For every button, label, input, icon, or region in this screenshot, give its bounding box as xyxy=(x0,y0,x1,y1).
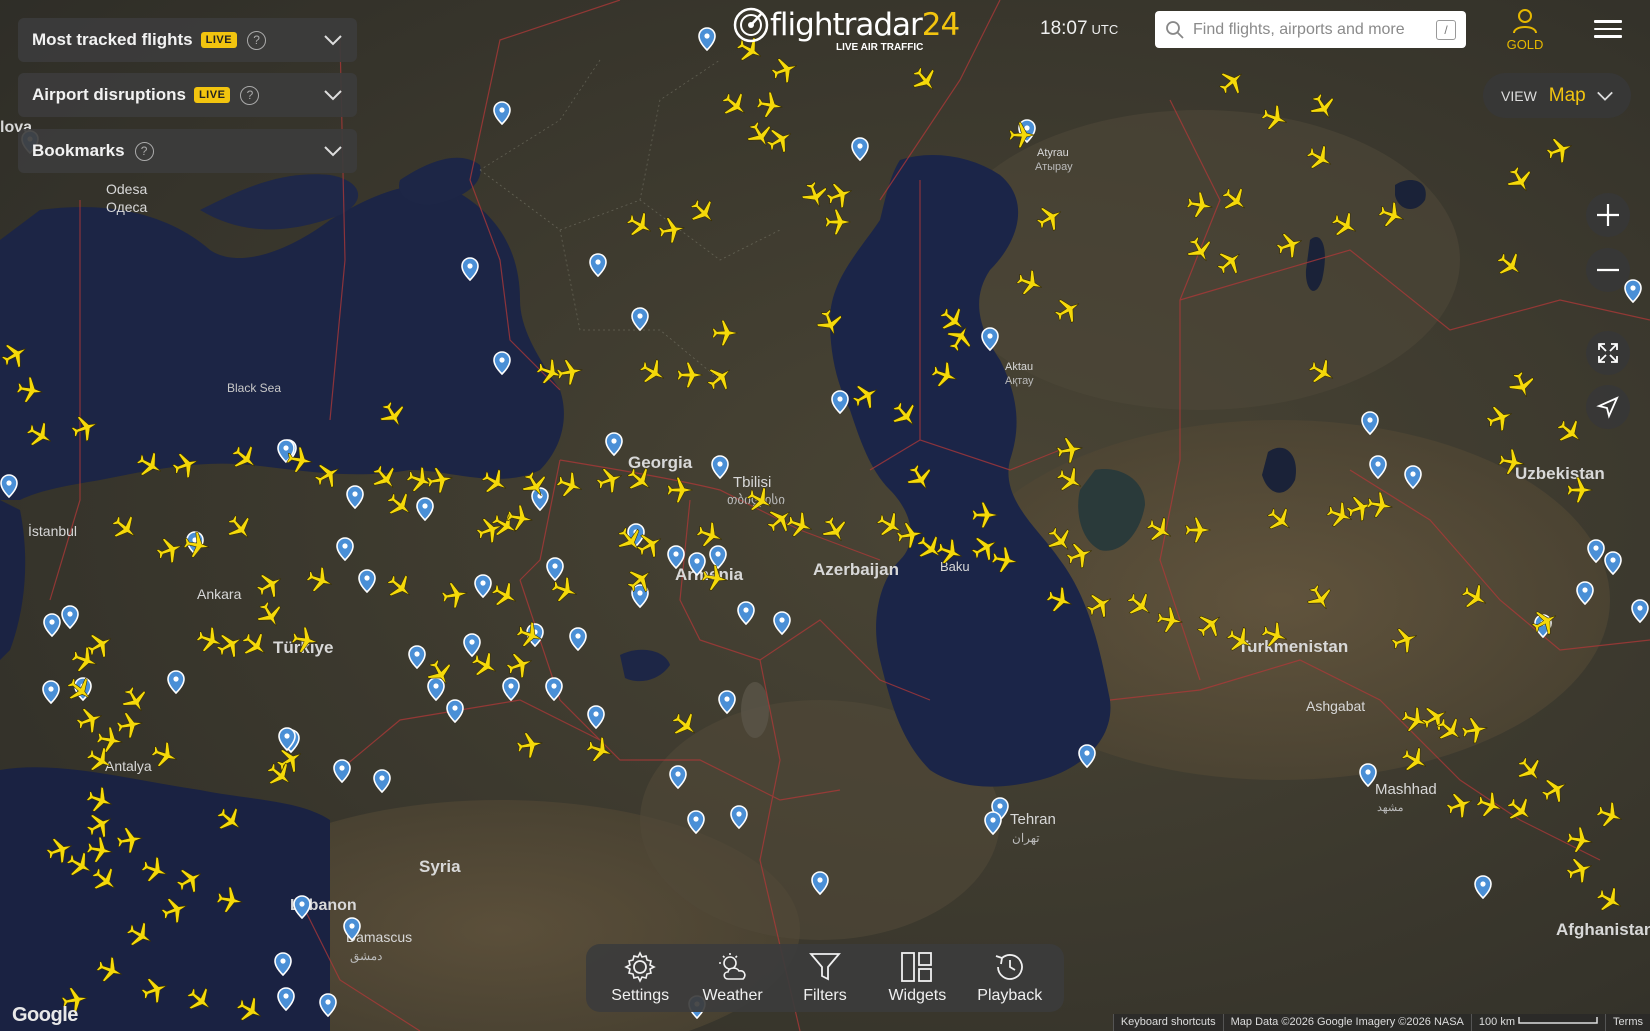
weather-button[interactable]: Weather xyxy=(692,951,774,1005)
filter-icon xyxy=(809,953,841,981)
chevron-down-icon[interactable] xyxy=(323,141,343,161)
flightradar24-logo[interactable]: flightradar24 LIVE AIR TRAFFIC xyxy=(732,6,960,53)
label-atyrau: Atyrau xyxy=(1037,147,1069,159)
settings-label: Settings xyxy=(611,987,670,1004)
label-black-sea: Black Sea xyxy=(227,381,281,395)
logo-tagline: LIVE AIR TRAFFIC xyxy=(836,42,924,53)
plus-icon xyxy=(1597,204,1619,226)
logo-text: flightradar xyxy=(770,7,923,43)
view-value: Map xyxy=(1548,84,1586,106)
map-attribution: Keyboard shortcuts Map Data ©2026 Google… xyxy=(1112,1014,1650,1031)
keyboard-shortcuts-link[interactable]: Keyboard shortcuts xyxy=(1112,1014,1223,1031)
hamburger-menu-icon[interactable] xyxy=(1594,16,1622,42)
bookmarks-title: Bookmarks xyxy=(32,141,125,160)
gear-icon xyxy=(624,951,656,983)
location-arrow-icon xyxy=(1596,396,1619,419)
scale-bar-line xyxy=(1518,1017,1598,1024)
label-armenia: Armenia xyxy=(675,565,744,584)
zoom-out-button[interactable] xyxy=(1586,248,1630,292)
chevron-down-icon[interactable] xyxy=(323,85,343,105)
search-shortcut-key: / xyxy=(1436,19,1456,40)
label-georgia: Georgia xyxy=(628,453,693,472)
google-logo: Google xyxy=(12,1004,78,1026)
label-azerbaijan: Azerbaijan xyxy=(813,560,899,579)
logo-number: 24 xyxy=(921,7,960,43)
terms-link[interactable]: Terms xyxy=(1605,1014,1650,1031)
label-ankara: Ankara xyxy=(197,586,242,602)
label-damascus-ar: دمشق xyxy=(350,949,382,963)
label-antalya: Antalya xyxy=(105,758,152,774)
view-label: VIEW xyxy=(1501,87,1537,104)
map-data-credit: Map Data ©2026 Google Imagery ©2026 NASA xyxy=(1222,1014,1471,1031)
help-icon[interactable]: ? xyxy=(134,141,154,161)
settings-button[interactable]: Settings xyxy=(599,951,681,1005)
label-aktau-kz: Ақтау xyxy=(1005,375,1034,387)
filters-label: Filters xyxy=(803,987,847,1004)
label-afghanistan: Afghanistan xyxy=(1556,920,1650,939)
minus-icon xyxy=(1597,268,1619,272)
scale-bar: 100 km xyxy=(1470,1014,1605,1031)
clock-zone: UTC xyxy=(1091,22,1119,37)
playback-label: Playback xyxy=(977,987,1043,1004)
my-location-button[interactable] xyxy=(1586,385,1630,429)
utc-clock: 18:07 UTC xyxy=(1040,18,1118,40)
help-icon[interactable]: ? xyxy=(240,85,260,105)
playback-button[interactable]: Playback xyxy=(969,951,1051,1005)
airport-disruptions-panel[interactable]: Airport disruptions LIVE ? xyxy=(18,73,357,117)
account-tier-label: GOLD xyxy=(1506,37,1544,52)
scale-label: 100 km xyxy=(1478,1016,1515,1028)
fullscreen-button[interactable] xyxy=(1586,331,1630,375)
chevron-down-icon[interactable] xyxy=(323,30,343,50)
help-icon[interactable]: ? xyxy=(247,30,267,50)
most-tracked-flights-panel[interactable]: Most tracked flights LIVE ? xyxy=(18,18,357,62)
weather-label: Weather xyxy=(702,987,763,1004)
most-tracked-title: Most tracked flights xyxy=(32,30,193,49)
label-ashgabat: Ashgabat xyxy=(1306,698,1365,714)
widgets-button[interactable]: Widgets xyxy=(876,951,958,1005)
label-syria: Syria xyxy=(419,857,461,876)
label-atyrau-kz: Атырау xyxy=(1035,161,1073,173)
label-tehran-fa: تهران xyxy=(1012,831,1040,845)
label-mashhad: Mashhad xyxy=(1375,781,1437,798)
label-odesa: Odesa xyxy=(106,181,147,197)
widgets-icon xyxy=(901,952,933,982)
live-badge: LIVE xyxy=(193,87,231,103)
live-badge: LIVE xyxy=(200,32,238,48)
label-turkmenistan: Turkmenistan xyxy=(1238,637,1348,656)
zoom-in-button[interactable] xyxy=(1586,193,1630,237)
view-selector[interactable]: VIEW Map xyxy=(1483,73,1631,118)
filters-button[interactable]: Filters xyxy=(784,951,866,1005)
label-tehran: Tehran xyxy=(1010,811,1056,828)
search-input[interactable] xyxy=(1193,20,1436,39)
account-button[interactable]: GOLD xyxy=(1505,8,1545,52)
search-icon xyxy=(1166,20,1184,39)
search-box[interactable]: / xyxy=(1155,11,1466,48)
label-istanbul: İstanbul xyxy=(28,522,77,539)
user-icon xyxy=(1513,9,1537,34)
playback-clock-icon xyxy=(995,954,1023,980)
weather-icon xyxy=(718,953,746,980)
bottom-toolbar: Settings Weather Filters Widgets Playbac… xyxy=(586,944,1064,1012)
label-odesa-uk: Одеса xyxy=(106,199,148,215)
bookmarks-panel[interactable]: Bookmarks ? xyxy=(18,129,357,173)
label-mashhad-fa: مشهد xyxy=(1377,802,1404,814)
radar-logo-icon xyxy=(733,7,769,43)
label-aktau: Aktau xyxy=(1005,361,1033,373)
label-uzbekistan: Uzbekistan xyxy=(1515,464,1605,483)
widgets-label: Widgets xyxy=(888,987,947,1004)
clock-time: 18:07 xyxy=(1040,18,1088,39)
chevron-down-icon xyxy=(1596,91,1613,101)
expand-icon xyxy=(1598,343,1618,363)
airport-disruptions-title: Airport disruptions xyxy=(32,85,186,104)
